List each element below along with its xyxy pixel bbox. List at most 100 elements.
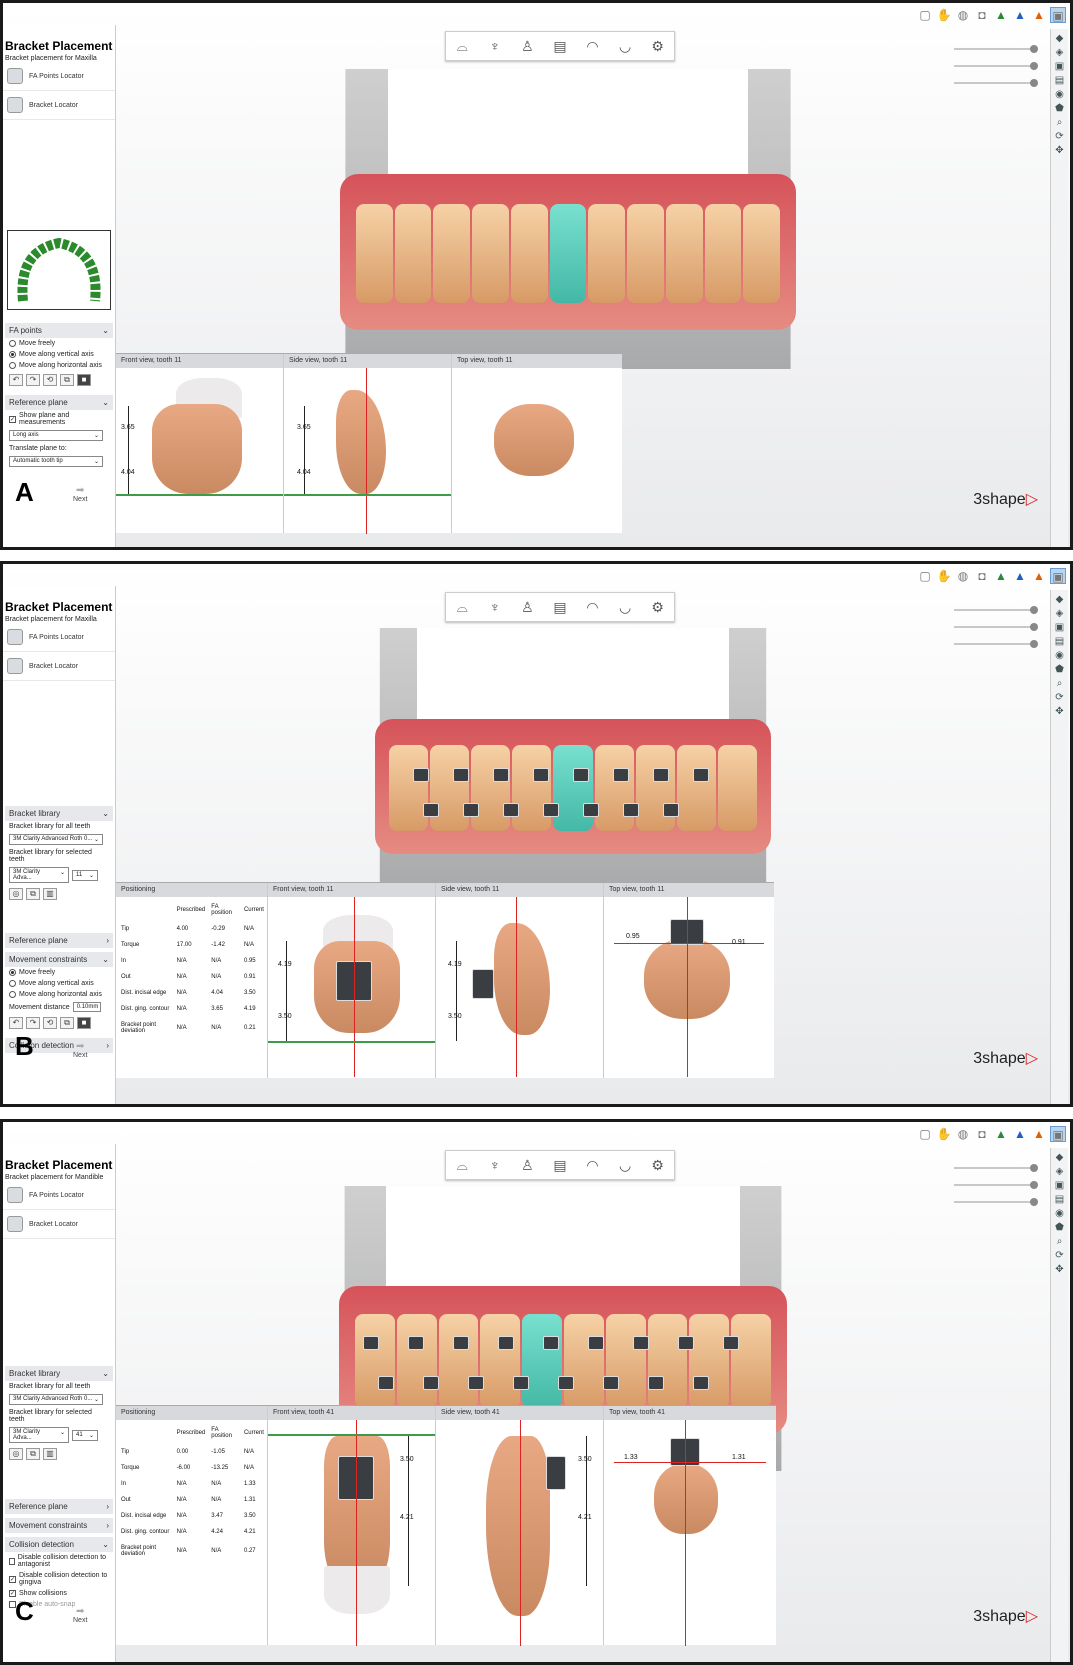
- bracket[interactable]: [623, 803, 639, 817]
- bracket[interactable]: [613, 768, 629, 782]
- copy-icon[interactable]: ⧉: [60, 374, 74, 386]
- lock-icon[interactable]: ◘: [974, 568, 990, 584]
- option-vertical[interactable]: Move along vertical axis: [5, 978, 113, 989]
- tooth[interactable]: [389, 745, 429, 831]
- model-icon[interactable]: ▤: [549, 36, 571, 56]
- jaw-icon[interactable]: ⌓: [451, 36, 473, 56]
- screenshot-icon[interactable]: ▣: [1050, 568, 1066, 584]
- tool-icon[interactable]: ▤: [1055, 75, 1064, 86]
- side-view[interactable]: Side view, tooth 11 4.19 3.50: [436, 883, 604, 1078]
- tooth[interactable]: [512, 745, 552, 831]
- nav-fa-points[interactable]: FA Points Locator: [3, 62, 115, 91]
- opacity-slider[interactable]: [954, 1198, 1038, 1206]
- option-move-freely[interactable]: Move freely: [5, 338, 113, 349]
- tool-icon[interactable]: ▣: [1055, 61, 1064, 72]
- pan-icon[interactable]: ✥: [1055, 1264, 1063, 1275]
- tooth[interactable]: [471, 745, 511, 831]
- tooth[interactable]: [605, 1314, 646, 1409]
- tool-icon[interactable]: ◉: [1055, 650, 1064, 661]
- tool-icon[interactable]: ▣: [1055, 1180, 1064, 1191]
- copy-icon[interactable]: ⧉: [60, 1017, 74, 1029]
- tool-icon[interactable]: ⬟: [1055, 1222, 1064, 1233]
- opacity-slider[interactable]: [954, 79, 1038, 87]
- bracket[interactable]: [558, 1376, 574, 1390]
- tree-blue-icon[interactable]: ▲: [1012, 1126, 1028, 1142]
- mandible-icon[interactable]: ◡: [614, 1155, 636, 1175]
- tooth[interactable]: [480, 1314, 521, 1409]
- globe-icon[interactable]: ◍: [955, 568, 971, 584]
- pan-icon[interactable]: ✥: [1055, 145, 1063, 156]
- lib-sel-select[interactable]: 3M Clarity Adva... ⌄: [9, 867, 69, 883]
- zoom-icon[interactable]: ⌕: [1057, 117, 1063, 128]
- bracket[interactable]: [543, 1336, 559, 1350]
- selected-tooth[interactable]: [549, 204, 587, 303]
- rotate-icon[interactable]: ⟳: [1055, 692, 1063, 703]
- rotate-icon[interactable]: ⟳: [1055, 1250, 1063, 1261]
- model-icon[interactable]: ▤: [549, 1155, 571, 1175]
- move-dist-input[interactable]: 0.10mm: [72, 1002, 101, 1012]
- tool-icon[interactable]: ◆: [1056, 594, 1064, 605]
- hand-icon[interactable]: ✋: [936, 7, 952, 23]
- option-horizontal[interactable]: Move along horizontal axis: [5, 989, 113, 1000]
- bracket-apply-icon[interactable]: ◎: [9, 1448, 23, 1460]
- collision-detection-header[interactable]: Collision detection ⌄: [5, 1537, 113, 1552]
- undo-icon[interactable]: ↶: [9, 374, 23, 386]
- tooth[interactable]: [588, 204, 626, 303]
- bracket-apply-icon[interactable]: ◎: [9, 888, 23, 900]
- 3d-viewport[interactable]: [343, 628, 803, 888]
- tooth-select[interactable]: 11 ⌄: [72, 869, 98, 881]
- opacity-slider[interactable]: [954, 606, 1038, 614]
- bracket[interactable]: [693, 768, 709, 782]
- bracket[interactable]: [583, 803, 599, 817]
- translate-select[interactable]: Automatic tooth tip ⌄: [9, 456, 103, 467]
- nav-fa-points[interactable]: FA Points Locator: [3, 623, 115, 652]
- bracket[interactable]: [546, 1456, 566, 1490]
- tool-icon[interactable]: ◆: [1056, 33, 1064, 44]
- opacity-slider[interactable]: [954, 45, 1038, 53]
- tool-icon[interactable]: ◉: [1055, 89, 1064, 100]
- redo-icon[interactable]: ↷: [26, 374, 40, 386]
- nav-fa-points[interactable]: FA Points Locator: [3, 1181, 115, 1210]
- settings-icon[interactable]: ⚙: [647, 1155, 669, 1175]
- zoom-icon[interactable]: ⌕: [1057, 678, 1063, 689]
- bracket-icon[interactable]: ♙: [516, 1155, 538, 1175]
- bracket[interactable]: [603, 1376, 619, 1390]
- next-button[interactable]: ➡ Next: [73, 485, 87, 503]
- front-view[interactable]: Front view, tooth 11 4.19 3.50: [268, 883, 436, 1078]
- bracket[interactable]: [468, 1376, 484, 1390]
- bracket[interactable]: [413, 768, 429, 782]
- bracket[interactable]: [498, 1336, 514, 1350]
- tooth[interactable]: [472, 204, 509, 303]
- tree-blue-icon[interactable]: ▲: [1012, 7, 1028, 23]
- selected-tooth[interactable]: [553, 745, 593, 831]
- tooth[interactable]: [704, 204, 742, 303]
- bracket[interactable]: [463, 803, 479, 817]
- tooth[interactable]: [430, 745, 470, 831]
- mandible-icon[interactable]: ◡: [614, 597, 636, 617]
- bracket-copy-icon[interactable]: ⧉: [26, 888, 40, 900]
- opacity-slider[interactable]: [954, 62, 1038, 70]
- delete-icon[interactable]: ▥: [43, 1448, 57, 1460]
- opacity-slider[interactable]: [954, 1181, 1038, 1189]
- bracket[interactable]: [573, 768, 589, 782]
- lib-all-select[interactable]: 3M Clarity Advanced Roth 0... ⌄: [9, 834, 103, 845]
- tool-icon[interactable]: ◈: [1056, 1166, 1064, 1177]
- bracket-icon[interactable]: ♙: [516, 597, 538, 617]
- tooth[interactable]: [689, 1314, 730, 1409]
- tooth-select[interactable]: 41 ⌄: [72, 1429, 98, 1441]
- tooth[interactable]: [433, 204, 471, 303]
- axis-select[interactable]: Long axis ⌄: [9, 430, 103, 441]
- tool-icon[interactable]: ◆: [1056, 1152, 1064, 1163]
- option-move-freely[interactable]: Move freely: [5, 967, 113, 978]
- bracket[interactable]: [663, 803, 679, 817]
- tree-orange-icon[interactable]: ▲: [1031, 7, 1047, 23]
- tooth-icon[interactable]: ♆: [484, 597, 506, 617]
- tooth-icon[interactable]: ♆: [484, 36, 506, 56]
- bracket[interactable]: [513, 1376, 529, 1390]
- tool-icon[interactable]: ▤: [1055, 1194, 1064, 1205]
- top-view[interactable]: Top view, tooth 11 0.95 0.91: [604, 883, 774, 1078]
- tree-orange-icon[interactable]: ▲: [1031, 568, 1047, 584]
- opacity-slider[interactable]: [954, 1164, 1038, 1172]
- top-view[interactable]: Top view, tooth 41 1.33 1.31: [604, 1406, 776, 1646]
- bracket-copy-icon[interactable]: ⧉: [26, 1448, 40, 1460]
